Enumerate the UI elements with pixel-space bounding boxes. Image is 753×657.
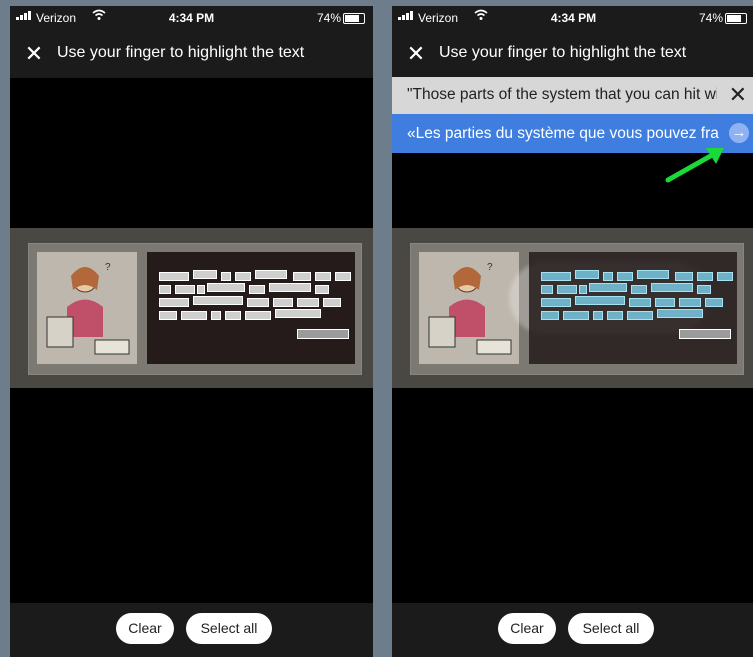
quote-board xyxy=(529,252,737,364)
battery-icon xyxy=(343,13,365,24)
source-text-row[interactable]: "Those parts of the system that you can … xyxy=(392,77,753,114)
captured-image[interactable]: ? xyxy=(392,228,753,388)
status-bar: Verizon 4:34 PM 74% xyxy=(10,6,373,30)
captured-image[interactable]: ? xyxy=(10,228,373,388)
select-all-button[interactable]: Select all xyxy=(568,613,654,644)
status-bar: Verizon 4:34 PM 74% xyxy=(392,6,753,30)
svg-text:?: ? xyxy=(105,262,111,273)
instruction-title: Use your finger to highlight the text xyxy=(57,44,305,61)
source-text: "Those parts of the system that you can … xyxy=(407,86,717,103)
header-bar: ✕ Use your finger to highlight the text xyxy=(10,30,373,78)
header-bar: ✕ Use your finger to highlight the text xyxy=(392,30,753,78)
instruction-title: Use your finger to highlight the text xyxy=(439,44,687,61)
green-arrow-annotation xyxy=(665,148,724,183)
select-all-button[interactable]: Select all xyxy=(186,613,272,644)
svg-text:?: ? xyxy=(487,262,493,273)
bottom-action-bar: Clear Select all xyxy=(392,603,753,657)
right-screen: Verizon 4:34 PM 74% ✕ Use your finger to… xyxy=(392,6,753,657)
arrow-right-icon[interactable]: → xyxy=(729,123,749,143)
battery-icon xyxy=(725,13,747,24)
close-icon[interactable]: ✕ xyxy=(729,83,747,107)
cartoon-illustration: ? xyxy=(419,252,519,364)
battery-percent: 74% xyxy=(316,11,341,25)
close-icon[interactable]: ✕ xyxy=(404,42,428,66)
clear-button[interactable]: Clear xyxy=(498,613,556,644)
close-icon[interactable]: ✕ xyxy=(22,42,46,66)
bottom-action-bar: Clear Select all xyxy=(10,603,373,657)
quote-board xyxy=(147,252,355,364)
battery-percent: 74% xyxy=(698,11,723,25)
cartoon-illustration: ? xyxy=(37,252,137,364)
clear-button[interactable]: Clear xyxy=(116,613,174,644)
translated-text: «Les parties du système que vous pouvez … xyxy=(407,125,719,142)
left-screen: Verizon 4:34 PM 74% ✕ Use your finger to… xyxy=(10,6,373,657)
